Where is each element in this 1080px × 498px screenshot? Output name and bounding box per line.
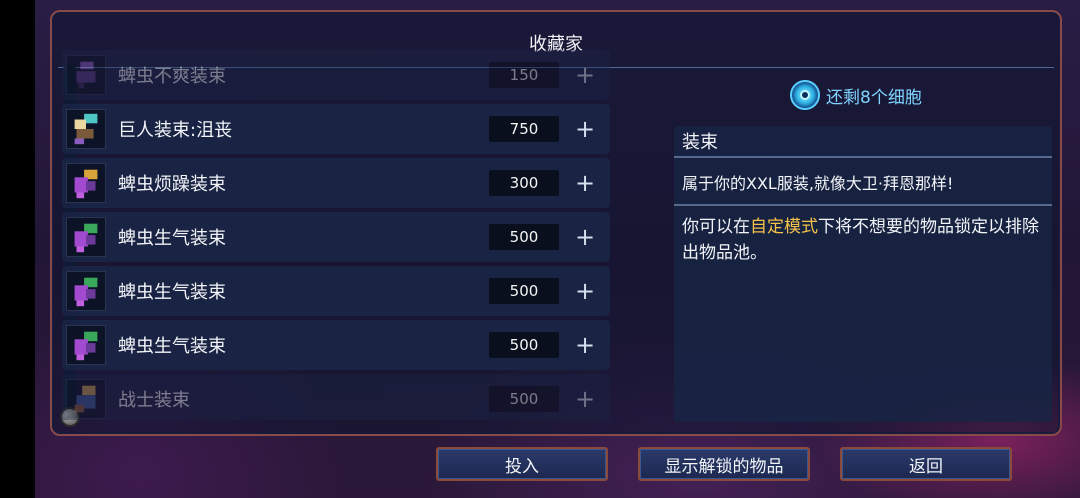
item-name: 蜱虫生气装束 — [118, 282, 226, 303]
item-cost: 300 — [489, 170, 559, 196]
description-body-prefix: 你可以在 — [682, 217, 750, 237]
item-name: 蜱虫生气装束 — [118, 228, 226, 249]
cells-remaining-text: 还剩8个细胞 — [826, 87, 922, 108]
item-cost: 500 — [489, 278, 559, 304]
item-list: 蜱虫不爽装束 150 + 巨人装束:沮丧 750 + 蜱虫烦躁装束 300 + … — [62, 50, 612, 420]
list-item[interactable]: 蜱虫生气装束 500 + — [62, 320, 610, 370]
list-item[interactable]: 蜱虫生气装束 500 + — [62, 266, 610, 316]
add-button[interactable]: + — [572, 62, 598, 88]
invest-button[interactable]: 投入 — [436, 447, 608, 481]
outfit-icon — [66, 379, 106, 419]
add-button[interactable]: + — [572, 278, 598, 304]
outfit-icon — [66, 109, 106, 149]
add-button[interactable]: + — [572, 332, 598, 358]
item-cost: 500 — [489, 332, 559, 358]
cells-remaining: 还剩8个细胞 — [790, 77, 922, 113]
list-item[interactable]: 巨人装束:沮丧 750 + — [62, 104, 610, 154]
item-name: 战士装束 — [118, 390, 190, 411]
item-cost: 750 — [489, 116, 559, 142]
outfit-icon — [66, 217, 106, 257]
outfit-icon — [66, 163, 106, 203]
description-title: 装束 — [674, 126, 1052, 158]
cell-icon — [790, 80, 820, 110]
item-name: 蜱虫烦躁装束 — [118, 174, 226, 195]
list-item[interactable]: 蜱虫生气装束 500 + — [62, 212, 610, 262]
description-panel: 装束 属于你的XXL服装,就像大卫·拜恩那样! 你可以在自定模式下将不想要的物品… — [674, 126, 1052, 422]
show-unlocked-button[interactable]: 显示解锁的物品 — [638, 447, 810, 481]
item-cost: 150 — [489, 62, 559, 88]
outfit-icon — [66, 325, 106, 365]
item-name: 蜱虫不爽装束 — [118, 66, 226, 87]
add-button[interactable]: + — [572, 170, 598, 196]
screen-edge — [0, 0, 35, 498]
outfit-icon — [66, 55, 106, 95]
list-item[interactable]: 蜱虫不爽装束 150 + — [62, 50, 610, 100]
outfit-icon — [66, 271, 106, 311]
add-button[interactable]: + — [572, 116, 598, 142]
custom-mode-link: 自定模式 — [750, 217, 818, 237]
item-name: 巨人装束:沮丧 — [118, 120, 233, 141]
game-background: 收藏家 蜱虫不爽装束 150 + 巨人装束:沮丧 750 + 蜱虫烦躁装束 30… — [0, 0, 1080, 498]
list-item[interactable]: 战士装束 500 + — [62, 374, 610, 420]
item-name: 蜱虫生气装束 — [118, 336, 226, 357]
description-flavor: 属于你的XXL服装,就像大卫·拜恩那样! — [674, 160, 1052, 206]
back-button[interactable]: 返回 — [840, 447, 1012, 481]
list-item[interactable]: 蜱虫烦躁装束 300 + — [62, 158, 610, 208]
item-cost: 500 — [489, 224, 559, 250]
add-button[interactable]: + — [572, 386, 598, 412]
add-button[interactable]: + — [572, 224, 598, 250]
item-cost: 500 — [489, 386, 559, 412]
description-body: 你可以在自定模式下将不想要的物品锁定以排除出物品池。 — [682, 214, 1044, 266]
